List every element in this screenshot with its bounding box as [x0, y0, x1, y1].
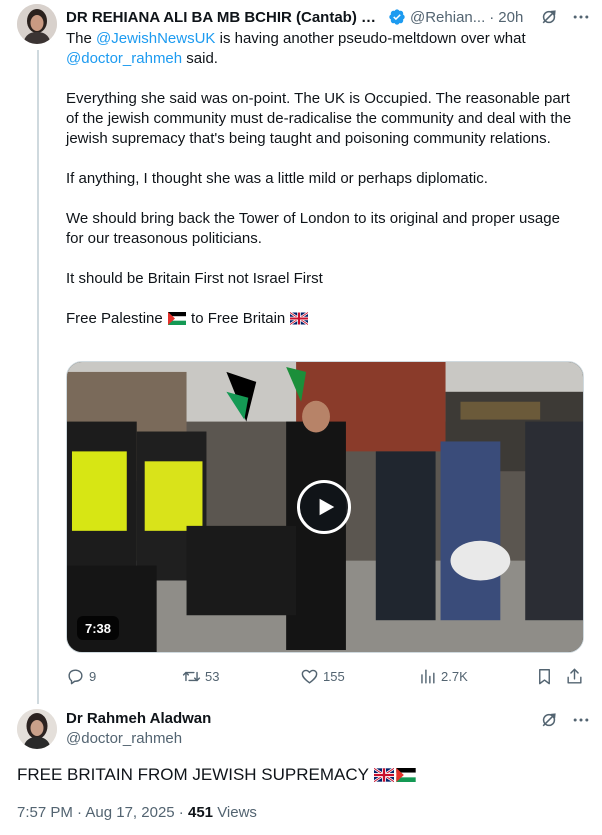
view-count: 2.7K [441, 668, 468, 684]
header-separator: · [489, 8, 495, 26]
tweet-header: DR REHIANA ALI BA MB BCHIR (Cantab) M...… [66, 6, 591, 28]
author-name[interactable]: DR REHIANA ALI BA MB BCHIR (Cantab) M... [66, 9, 384, 26]
video-player[interactable]: 7:38 [66, 361, 584, 653]
avatar[interactable] [17, 709, 57, 749]
tweet-age[interactable]: 20h [498, 9, 523, 26]
tweet-time[interactable]: 7:57 PM [17, 804, 73, 821]
repost-icon [182, 671, 201, 681]
grok-icon[interactable] [539, 7, 559, 27]
tweet-paragraph: Free Palestine to Free Britain [66, 309, 581, 329]
more-icon[interactable] [571, 710, 591, 730]
reply-button[interactable]: 9 [66, 664, 96, 688]
mention-link[interactable]: @JewishNewsUK [96, 30, 215, 47]
thread-connector [37, 50, 39, 704]
tweet-paragraph: It should be Britain First not Israel Fi… [66, 270, 323, 287]
views-count: 451 [187, 804, 214, 821]
tweet-paragraph: Everything she said was on-point. The UK… [66, 90, 572, 147]
tweet-actions: 9 53 155 2.7K [66, 664, 586, 688]
tweet-text: FREE BRITAIN FROM JEWISH SUPREMACY [17, 764, 417, 786]
tweet-date[interactable]: Aug 17, 2025 [85, 804, 174, 821]
tweet-text: The @JewishNewsUK is having another pseu… [66, 29, 581, 329]
bookmark-icon [539, 668, 550, 684]
tweet-paragraph: We should bring back the Tower of London… [66, 210, 560, 247]
uk-flag-icon [290, 312, 309, 325]
reply-icon [68, 668, 83, 684]
author-handle[interactable]: @doctor_rahmeh [66, 730, 182, 747]
mention-link[interactable]: @doctor_rahmeh [66, 50, 182, 67]
repost-button[interactable]: 53 [182, 664, 219, 688]
video-duration: 7:38 [77, 616, 120, 640]
bookmark-button[interactable] [535, 664, 554, 688]
tweet-text-content: FREE BRITAIN FROM JEWISH SUPREMACY [17, 765, 369, 784]
heart-icon [301, 669, 318, 684]
analytics-icon [421, 668, 435, 684]
views-button[interactable]: 2.7K [418, 664, 468, 688]
views-label: Views [217, 804, 257, 821]
reply-count: 9 [89, 668, 97, 684]
verified-badge-icon [389, 9, 405, 25]
tweet-paragraph: If anything, I thought she was a little … [66, 170, 488, 187]
palestine-flag-icon [396, 768, 417, 782]
palestine-flag-icon [167, 312, 186, 325]
grok-icon[interactable] [539, 710, 559, 730]
more-icon[interactable] [571, 7, 591, 27]
play-button[interactable] [297, 480, 351, 534]
share-icon [567, 668, 582, 684]
repost-count: 53 [205, 668, 220, 684]
tweet-header-actions [539, 710, 591, 730]
play-icon [319, 498, 334, 516]
author-name[interactable]: Dr Rahmeh Aladwan [66, 710, 211, 727]
avatar[interactable] [17, 4, 57, 44]
uk-flag-icon [374, 768, 395, 782]
like-button[interactable]: 155 [300, 664, 345, 688]
tweet-paragraph: The @JewishNewsUK is having another pseu… [66, 30, 526, 67]
author-handle[interactable]: @Rehian... [410, 9, 485, 26]
share-button[interactable] [565, 664, 584, 688]
tweet-metadata: 7:57 PM · Aug 17, 2025 · 451 Views [17, 804, 257, 821]
like-count: 155 [323, 668, 345, 684]
